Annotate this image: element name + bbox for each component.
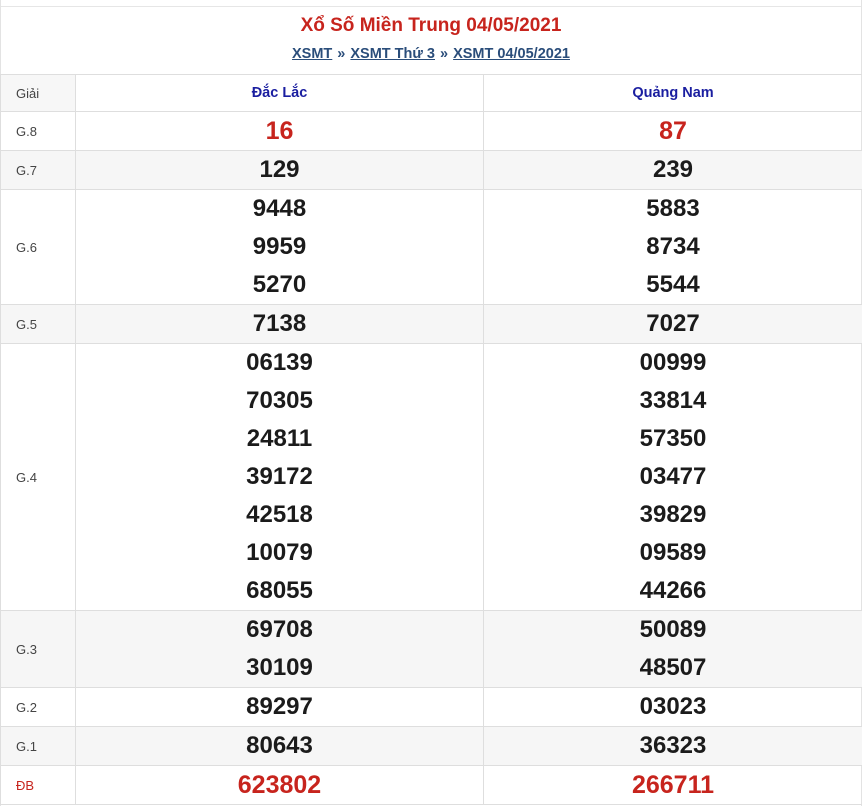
breadcrumb-xsmt-thu3-link[interactable]: XSMT Thứ 3	[350, 46, 435, 62]
dac-lac-results: 9448 9959 5270	[75, 189, 484, 305]
dac-lac-results: 7138	[75, 304, 484, 344]
header-province-quang-nam[interactable]: Quảng Nam	[483, 74, 862, 112]
lottery-number: 7138	[252, 310, 307, 337]
lottery-number: 7027	[646, 310, 700, 337]
table-header-row: Giải Đắc Lắc Quảng Nam	[0, 74, 862, 112]
dac-lac-results: 623802	[75, 765, 484, 805]
lottery-number: 39172	[246, 463, 313, 490]
lottery-number: 24811	[246, 425, 313, 452]
lottery-number: 68055	[246, 577, 313, 604]
page-title: Xổ Số Miền Trung 04/05/2021	[300, 15, 562, 36]
lottery-number: 69708	[246, 616, 313, 643]
lottery-number: 89297	[246, 693, 313, 720]
table-row: ĐB 623802 266711	[0, 765, 862, 805]
table-row: G.3 69708 30109 50089 48507	[0, 610, 862, 688]
table-row: G.6 9448 9959 5270 5883 8734 5544	[0, 189, 862, 305]
quang-nam-results: 7027	[483, 304, 862, 344]
lottery-number: 48507	[639, 654, 707, 681]
table-row: G.4 06139 70305 24811 39172 42518 10079 68055 00…	[0, 343, 862, 611]
breadcrumb-separator: »	[440, 46, 449, 62]
lottery-number: 30109	[246, 654, 313, 681]
lottery-number: 09589	[639, 539, 707, 566]
lottery-number: 87	[659, 117, 687, 145]
prize-label: G.8	[0, 111, 76, 151]
header-giai: Giải	[0, 74, 76, 112]
lottery-number: 9448	[252, 195, 307, 222]
lottery-number: 39829	[639, 501, 707, 528]
lottery-number: 5270	[252, 271, 307, 298]
table-row: G.2 89297 03023	[0, 687, 862, 727]
prize-label: G.7	[0, 150, 76, 190]
header-province-dac-lac[interactable]: Đắc Lắc	[75, 74, 484, 112]
quang-nam-results: 00999 33814 57350 03477 39829 09589 44266	[483, 343, 862, 611]
dac-lac-results: 69708 30109	[75, 610, 484, 688]
lottery-number: 8734	[646, 233, 700, 260]
prize-label: G.3	[0, 610, 76, 688]
lottery-number: 03477	[639, 463, 707, 490]
lottery-number: 42518	[246, 501, 313, 528]
lottery-number: 36323	[639, 732, 707, 759]
results-table: Giải Đắc Lắc Quảng Nam G.8 16 87 G.7 129 239 G…	[0, 74, 862, 805]
breadcrumb-separator: »	[337, 46, 346, 62]
prize-label: G.1	[0, 726, 76, 766]
lottery-number: 266711	[631, 771, 715, 799]
lottery-number: 5544	[646, 271, 700, 298]
dac-lac-results: 06139 70305 24811 39172 42518 10079 68055	[75, 343, 484, 611]
prize-label: G.4	[0, 343, 76, 611]
lottery-number: 129	[259, 156, 300, 183]
lottery-number: 80643	[246, 732, 313, 759]
quang-nam-results: 36323	[483, 726, 862, 766]
dac-lac-results: 16	[75, 111, 484, 151]
breadcrumb-xsmt-date-link[interactable]: XSMT 04/05/2021	[453, 46, 570, 62]
table-row: G.5 7138 7027	[0, 304, 862, 344]
quang-nam-results: 266711	[483, 765, 862, 805]
dac-lac-results: 80643	[75, 726, 484, 766]
lottery-number: 10079	[246, 539, 313, 566]
lottery-number: 50089	[639, 616, 707, 643]
top-border	[1, 0, 861, 7]
lottery-number: 623802	[237, 771, 322, 799]
results-page: Xổ Số Miền Trung 04/05/2021 XSMT» XSMT Th…	[0, 0, 862, 806]
lottery-number: 57350	[639, 425, 707, 452]
lottery-number: 9959	[252, 233, 307, 260]
quang-nam-results: 239	[483, 150, 862, 190]
dac-lac-results: 89297	[75, 687, 484, 727]
lottery-number: 16	[265, 117, 294, 145]
table-row: G.1 80643 36323	[0, 726, 862, 766]
lottery-number: 70305	[246, 387, 313, 414]
quang-nam-results: 50089 48507	[483, 610, 862, 688]
lottery-number: 00999	[639, 349, 707, 376]
prize-label: ĐB	[0, 765, 76, 805]
dac-lac-results: 129	[75, 150, 484, 190]
lottery-number: 33814	[639, 387, 707, 414]
table-row: G.7 129 239	[0, 150, 862, 190]
quang-nam-results: 5883 8734 5544	[483, 189, 862, 305]
lottery-number: 03023	[639, 693, 707, 720]
lottery-number: 239	[652, 156, 694, 183]
breadcrumb: XSMT» XSMT Thứ 3» XSMT 04/05/2021	[1, 41, 861, 73]
quang-nam-results: 03023	[483, 687, 862, 727]
results-body: G.8 16 87 G.7 129 239 G.6 9448 9959 5270 5883 8734 5…	[0, 111, 862, 805]
breadcrumb-xsmt-link[interactable]: XSMT	[292, 46, 332, 62]
prize-label: G.5	[0, 304, 76, 344]
lottery-number: 5883	[646, 195, 700, 222]
prize-label: G.6	[0, 189, 76, 305]
table-row: G.8 16 87	[0, 111, 862, 151]
lottery-number: 06139	[246, 349, 313, 376]
quang-nam-results: 87	[483, 111, 862, 151]
lottery-number: 44266	[639, 577, 707, 604]
prize-label: G.2	[0, 687, 76, 727]
